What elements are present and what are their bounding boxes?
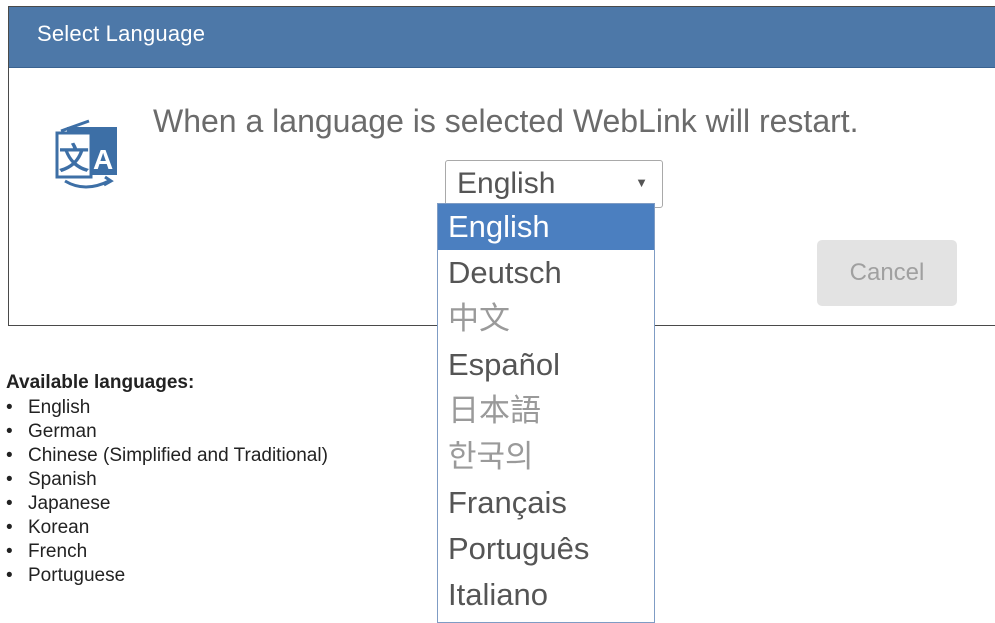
- list-item: Spanish: [0, 468, 328, 492]
- language-option-korean[interactable]: 한국의: [438, 434, 654, 480]
- restart-message: When a language is selected WebLink will…: [153, 103, 859, 139]
- list-item: Chinese (Simplified and Traditional): [0, 444, 328, 468]
- language-option-francais[interactable]: Français: [438, 480, 654, 526]
- dialog-header: Select Language: [9, 7, 995, 68]
- list-item: German: [0, 420, 328, 444]
- list-item: English: [0, 396, 328, 420]
- cancel-button[interactable]: Cancel: [817, 240, 957, 306]
- language-select[interactable]: English ▼: [445, 160, 663, 208]
- list-item: Portuguese: [0, 564, 328, 588]
- svg-text:文: 文: [59, 142, 89, 177]
- language-option-chinese[interactable]: 中文: [438, 296, 654, 342]
- language-option-portugues[interactable]: Português: [438, 526, 654, 572]
- dropdown-arrow-icon: ▼: [635, 175, 648, 190]
- list-item: Japanese: [0, 492, 328, 516]
- language-option-espanol[interactable]: Español: [438, 342, 654, 388]
- list-item: French: [0, 540, 328, 564]
- list-item: Korean: [0, 516, 328, 540]
- dialog-title: Select Language: [37, 21, 206, 46]
- language-option-italiano[interactable]: Italiano: [438, 572, 654, 618]
- language-select-value: English: [457, 167, 556, 200]
- language-dropdown-list: English Deutsch 中文 Español 日本語 한국의 Franç…: [437, 203, 655, 623]
- available-languages-list: English German Chinese (Simplified and T…: [0, 396, 328, 588]
- available-languages-section: Available languages: English German Chin…: [0, 372, 328, 588]
- language-translate-icon: 文 A: [55, 119, 117, 189]
- language-option-deutsch[interactable]: Deutsch: [438, 250, 654, 296]
- svg-text:A: A: [93, 144, 113, 175]
- available-languages-title: Available languages:: [6, 372, 195, 393]
- language-option-japanese[interactable]: 日本語: [438, 388, 654, 434]
- language-option-english[interactable]: English: [438, 204, 654, 250]
